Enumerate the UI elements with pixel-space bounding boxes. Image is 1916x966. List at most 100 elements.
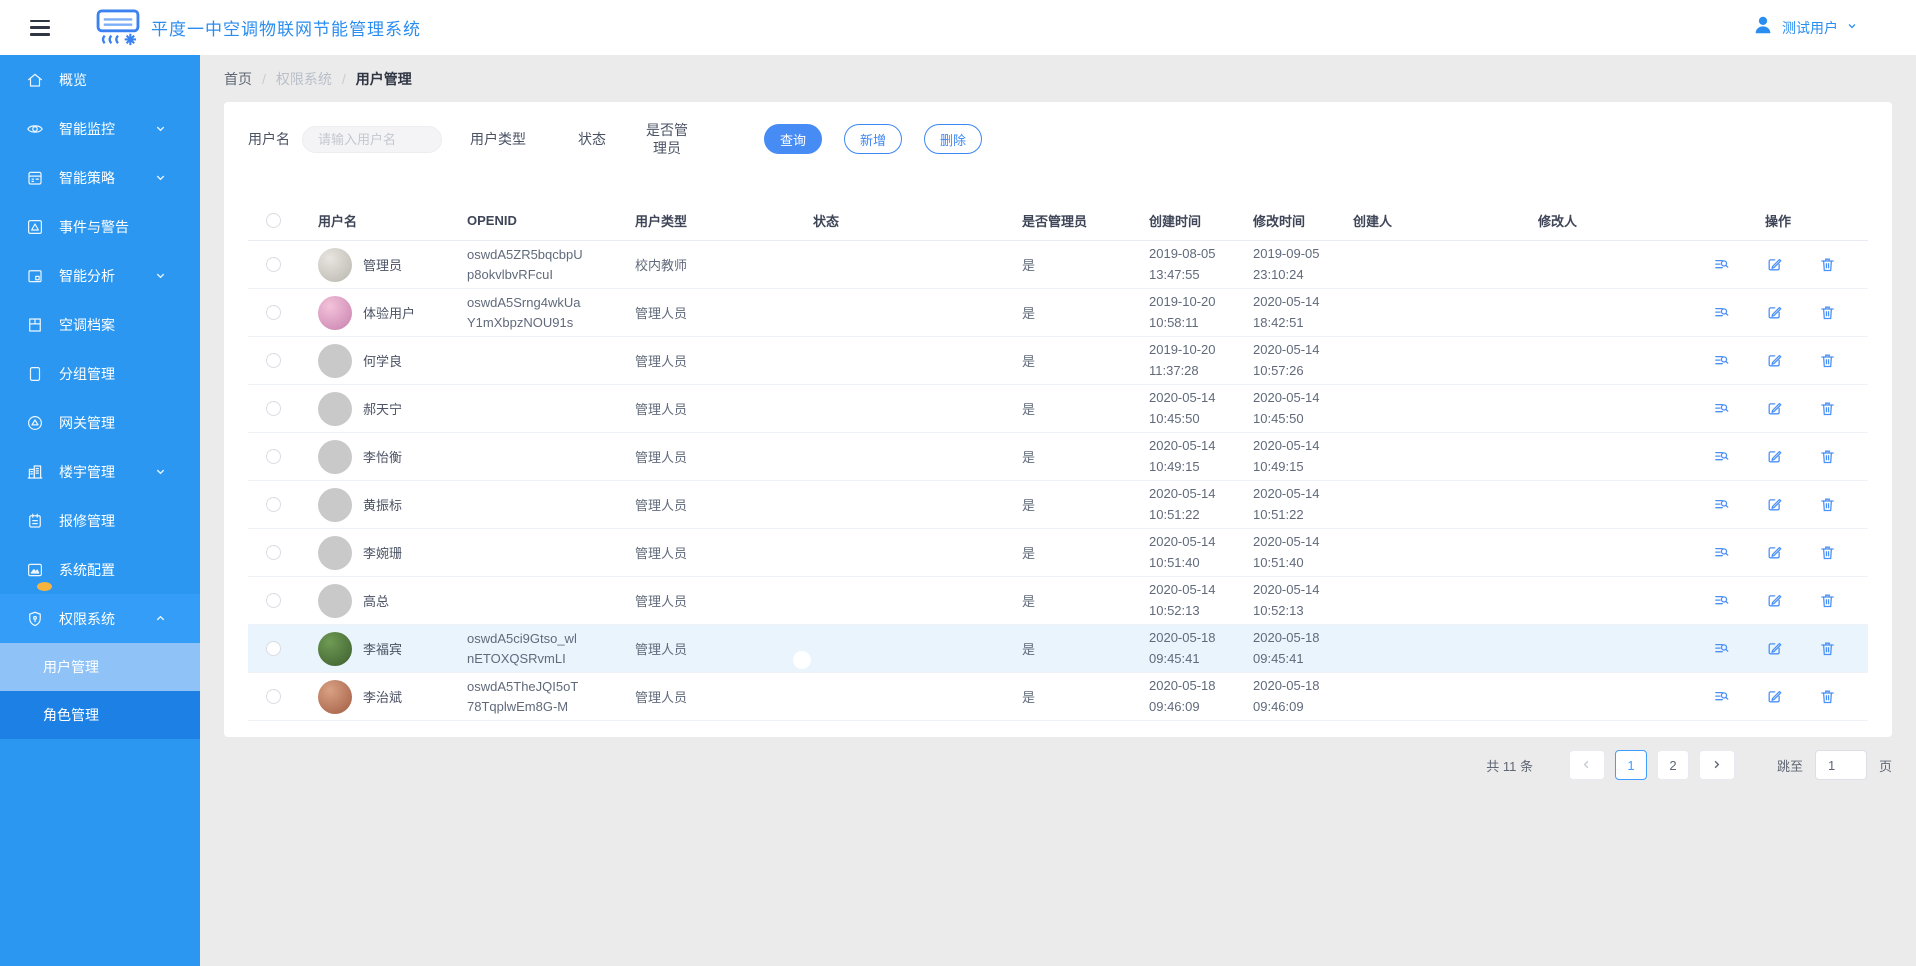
row-select-radio[interactable]	[265, 401, 281, 416]
sidebar-item-strategy[interactable]: 智能策略	[0, 153, 200, 202]
breadcrumb-home[interactable]: 首页	[224, 69, 252, 89]
created-time-cell: 2020-05-18 09:46:09	[1149, 678, 1216, 714]
openid-cell: oswdA5TheJQI5oT78TqplwEm8G-M	[467, 679, 579, 714]
sidebar-item-alert[interactable]: 事件与警告	[0, 202, 200, 251]
archive-icon	[26, 316, 44, 334]
view-details-icon[interactable]	[1713, 640, 1730, 657]
repair-icon	[26, 512, 44, 530]
sidebar-item-home[interactable]: 概览	[0, 55, 200, 104]
view-details-icon[interactable]	[1713, 304, 1730, 321]
status-filter-label[interactable]: 状态	[578, 129, 606, 149]
edit-icon[interactable]	[1766, 640, 1783, 657]
next-page-button[interactable]	[1698, 750, 1735, 780]
sidebar-item-building[interactable]: 楼宇管理	[0, 447, 200, 496]
edit-icon[interactable]	[1766, 544, 1783, 561]
modified-time-cell: 2020-05-14 10:51:40	[1253, 534, 1320, 570]
row-select-radio[interactable]	[265, 449, 281, 464]
table-body: 管理员 oswdA5ZR5bqcbpUp8okvlbvRFcuI 校内教师 是 …	[248, 241, 1868, 721]
username-filter-input[interactable]	[302, 125, 442, 153]
delete-icon[interactable]	[1819, 400, 1836, 417]
sidebar-item-system[interactable]: 系统配置	[0, 545, 200, 594]
sidebar-item-archive[interactable]: 空调档案	[0, 300, 200, 349]
delete-icon[interactable]	[1819, 640, 1836, 657]
user-avatar-icon	[1752, 14, 1774, 41]
edit-icon[interactable]	[1766, 256, 1783, 273]
delete-icon[interactable]	[1819, 496, 1836, 513]
chevron-up-icon	[155, 613, 166, 624]
row-select-radio[interactable]	[265, 497, 281, 512]
sidebar-item-repair[interactable]: 报修管理	[0, 496, 200, 545]
column-header: 创建人	[1353, 214, 1393, 229]
delete-icon[interactable]	[1819, 448, 1836, 465]
edit-icon[interactable]	[1766, 352, 1783, 369]
created-time-cell: 2020-05-14 10:51:22	[1149, 486, 1216, 522]
page-button-1[interactable]: 1	[1614, 750, 1647, 780]
is-admin-cell: 是	[1022, 690, 1036, 705]
row-select-radio[interactable]	[265, 593, 281, 608]
openid-cell: oswdA5ZR5bqcbpUp8okvlbvRFcuI	[467, 247, 583, 282]
is-admin-cell: 是	[1022, 354, 1036, 369]
delete-icon[interactable]	[1819, 352, 1836, 369]
avatar	[318, 583, 352, 618]
user-type-cell: 管理人员	[635, 594, 688, 609]
sidebar-item-label: 权限系统	[59, 610, 115, 627]
building-icon	[26, 463, 44, 481]
edit-icon[interactable]	[1766, 688, 1783, 705]
delete-icon[interactable]	[1819, 304, 1836, 321]
sidebar-subitem-0[interactable]: 用户管理	[0, 643, 200, 691]
add-button[interactable]: 新增	[844, 124, 903, 154]
table-row: 黄振标 管理人员 是 2020-05-14 10:51:22 2020-05-14…	[248, 481, 1868, 529]
view-details-icon[interactable]	[1713, 544, 1730, 561]
view-details-icon[interactable]	[1713, 448, 1730, 465]
sidebar-item-shield[interactable]: 权限系统	[0, 594, 200, 643]
prev-page-button[interactable]	[1568, 750, 1605, 780]
user-menu[interactable]: 测试用户	[1752, 14, 1858, 41]
edit-icon[interactable]	[1766, 496, 1783, 513]
sidebar-item-analysis[interactable]: 智能分析	[0, 251, 200, 300]
row-select-radio[interactable]	[265, 305, 281, 320]
edit-icon[interactable]	[1766, 448, 1783, 465]
is-admin-filter-label[interactable]: 是否管理员	[642, 121, 692, 157]
avatar	[318, 247, 352, 282]
row-select-radio[interactable]	[265, 689, 281, 704]
row-select-radio[interactable]	[265, 257, 281, 272]
row-select-radio[interactable]	[265, 545, 281, 560]
sidebar-subitem-label: 用户管理	[43, 659, 99, 675]
row-select-radio[interactable]	[265, 641, 281, 656]
is-admin-cell: 是	[1022, 402, 1036, 417]
sidebar-subitem-1[interactable]: 角色管理	[0, 691, 200, 739]
user-name-cell: 李婉珊	[363, 546, 403, 561]
edit-icon[interactable]	[1766, 400, 1783, 417]
page-buttons: 12	[1605, 750, 1689, 780]
view-details-icon[interactable]	[1713, 688, 1730, 705]
view-details-icon[interactable]	[1713, 400, 1730, 417]
user-name-cell: 何学良	[363, 354, 403, 369]
edit-icon[interactable]	[1766, 304, 1783, 321]
user-type-cell: 管理人员	[635, 402, 688, 417]
delete-icon[interactable]	[1819, 256, 1836, 273]
user-name-cell: 管理员	[363, 258, 403, 273]
view-details-icon[interactable]	[1713, 352, 1730, 369]
user-type-filter-label[interactable]: 用户类型	[470, 129, 526, 149]
delete-button[interactable]: 删除	[924, 124, 983, 154]
view-details-icon[interactable]	[1713, 256, 1730, 273]
view-details-icon[interactable]	[1713, 592, 1730, 609]
view-details-icon[interactable]	[1713, 496, 1730, 513]
query-button[interactable]: 查询	[764, 124, 823, 154]
openid-cell: oswdA5Srng4wkUaY1mXbpzNOU91s	[467, 295, 581, 330]
sidebar-item-group[interactable]: 分组管理	[0, 349, 200, 398]
page-button-2[interactable]: 2	[1656, 750, 1689, 780]
sidebar-item-label: 系统配置	[59, 561, 115, 578]
avatar	[318, 631, 352, 666]
row-select-radio[interactable]	[265, 353, 281, 368]
sidebar-item-eye[interactable]: 智能监控	[0, 104, 200, 153]
sidebar-item-label: 分组管理	[59, 365, 115, 382]
delete-icon[interactable]	[1819, 592, 1836, 609]
delete-icon[interactable]	[1819, 688, 1836, 705]
delete-icon[interactable]	[1819, 544, 1836, 561]
select-all-radio[interactable]	[265, 213, 281, 228]
jump-to-input[interactable]	[1814, 750, 1867, 780]
edit-icon[interactable]	[1766, 592, 1783, 609]
hamburger-menu-icon[interactable]	[30, 19, 50, 36]
sidebar-item-gateway[interactable]: 网关管理	[0, 398, 200, 447]
